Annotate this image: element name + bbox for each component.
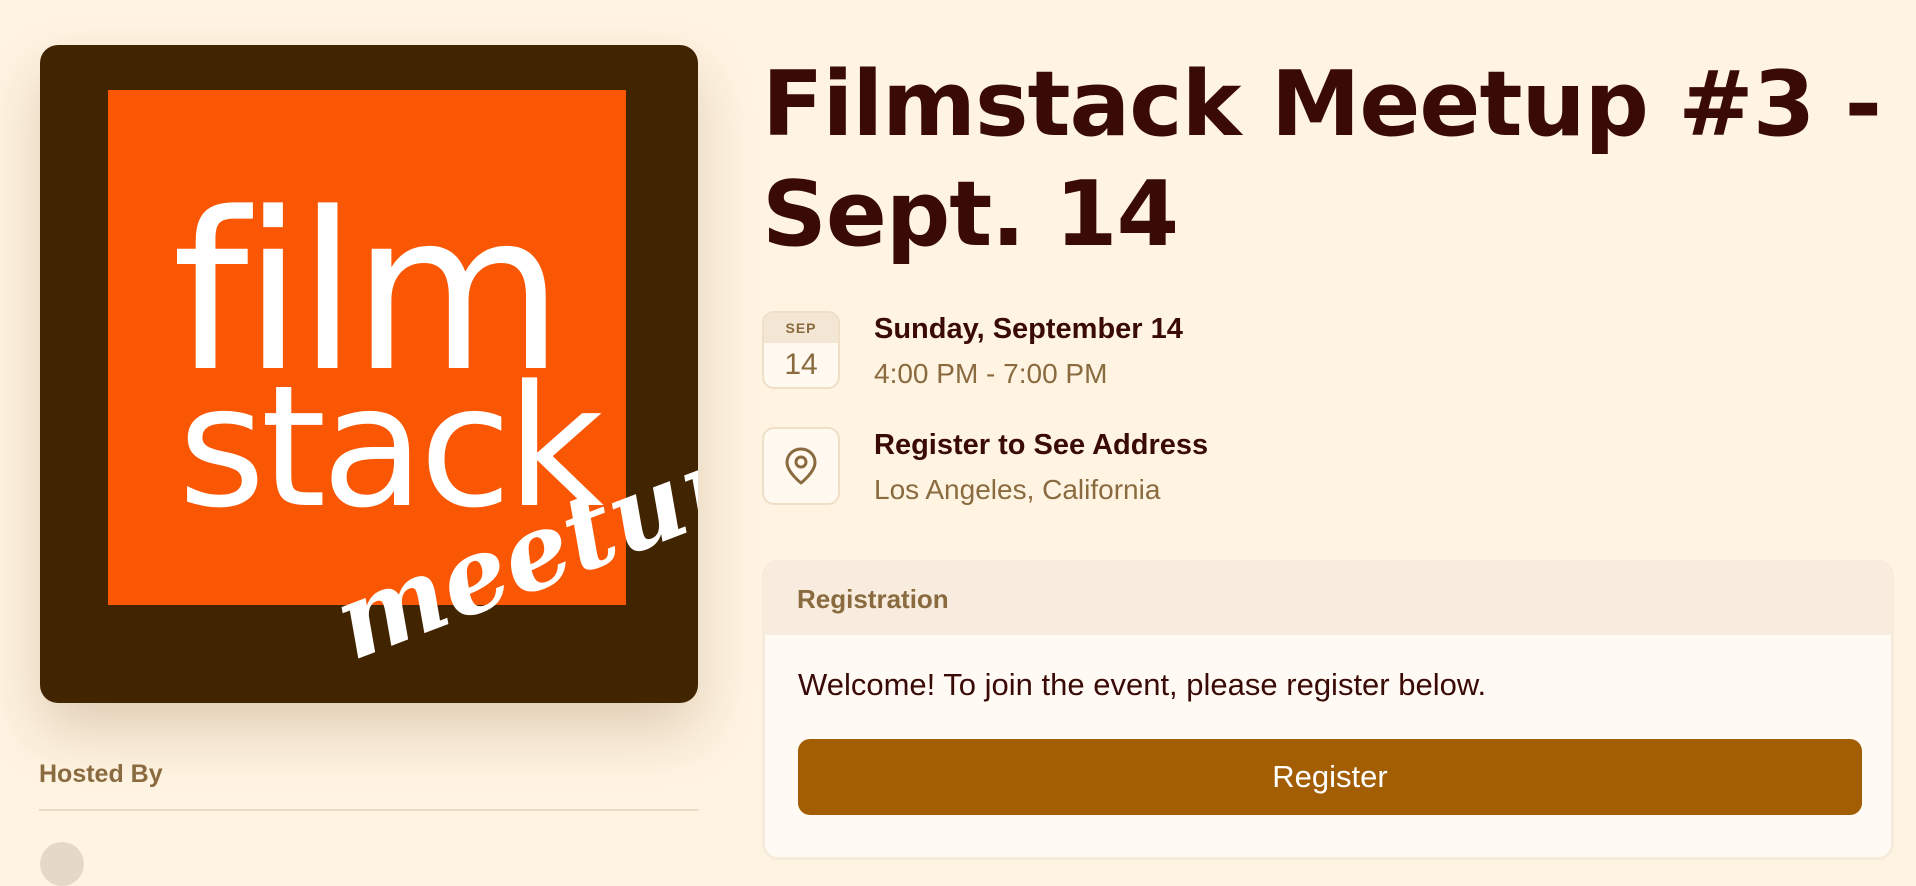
date-month: SEP (764, 313, 838, 343)
hosted-by-label: Hosted By (39, 760, 163, 788)
event-location-text: Register to See Address Los Angeles, Cal… (874, 427, 1208, 507)
registration-card: Registration Welcome! To join the event,… (762, 560, 1894, 860)
event-time: 4:00 PM - 7:00 PM (874, 358, 1108, 389)
event-date-full: Sunday, September 14 (874, 313, 1183, 345)
host-avatar[interactable] (40, 842, 84, 886)
location-primary: Register to See Address (874, 429, 1209, 461)
event-cover-image: film stack meetup (40, 45, 698, 703)
hosted-by-divider (39, 809, 699, 811)
map-pin-icon (762, 427, 840, 505)
calendar-date-icon: SEP 14 (762, 311, 840, 389)
registration-header: Registration (765, 563, 1891, 635)
event-title: Filmstack Meetup #3 - Sept. 14 (762, 52, 1882, 267)
registration-message: Welcome! To join the event, please regis… (798, 667, 1487, 702)
date-day: 14 (784, 348, 818, 381)
event-date-text: Sunday, September 14 4:00 PM - 7:00 PM (874, 311, 1183, 391)
register-button[interactable]: Register (798, 739, 1862, 815)
location-secondary: Los Angeles, California (874, 474, 1161, 505)
